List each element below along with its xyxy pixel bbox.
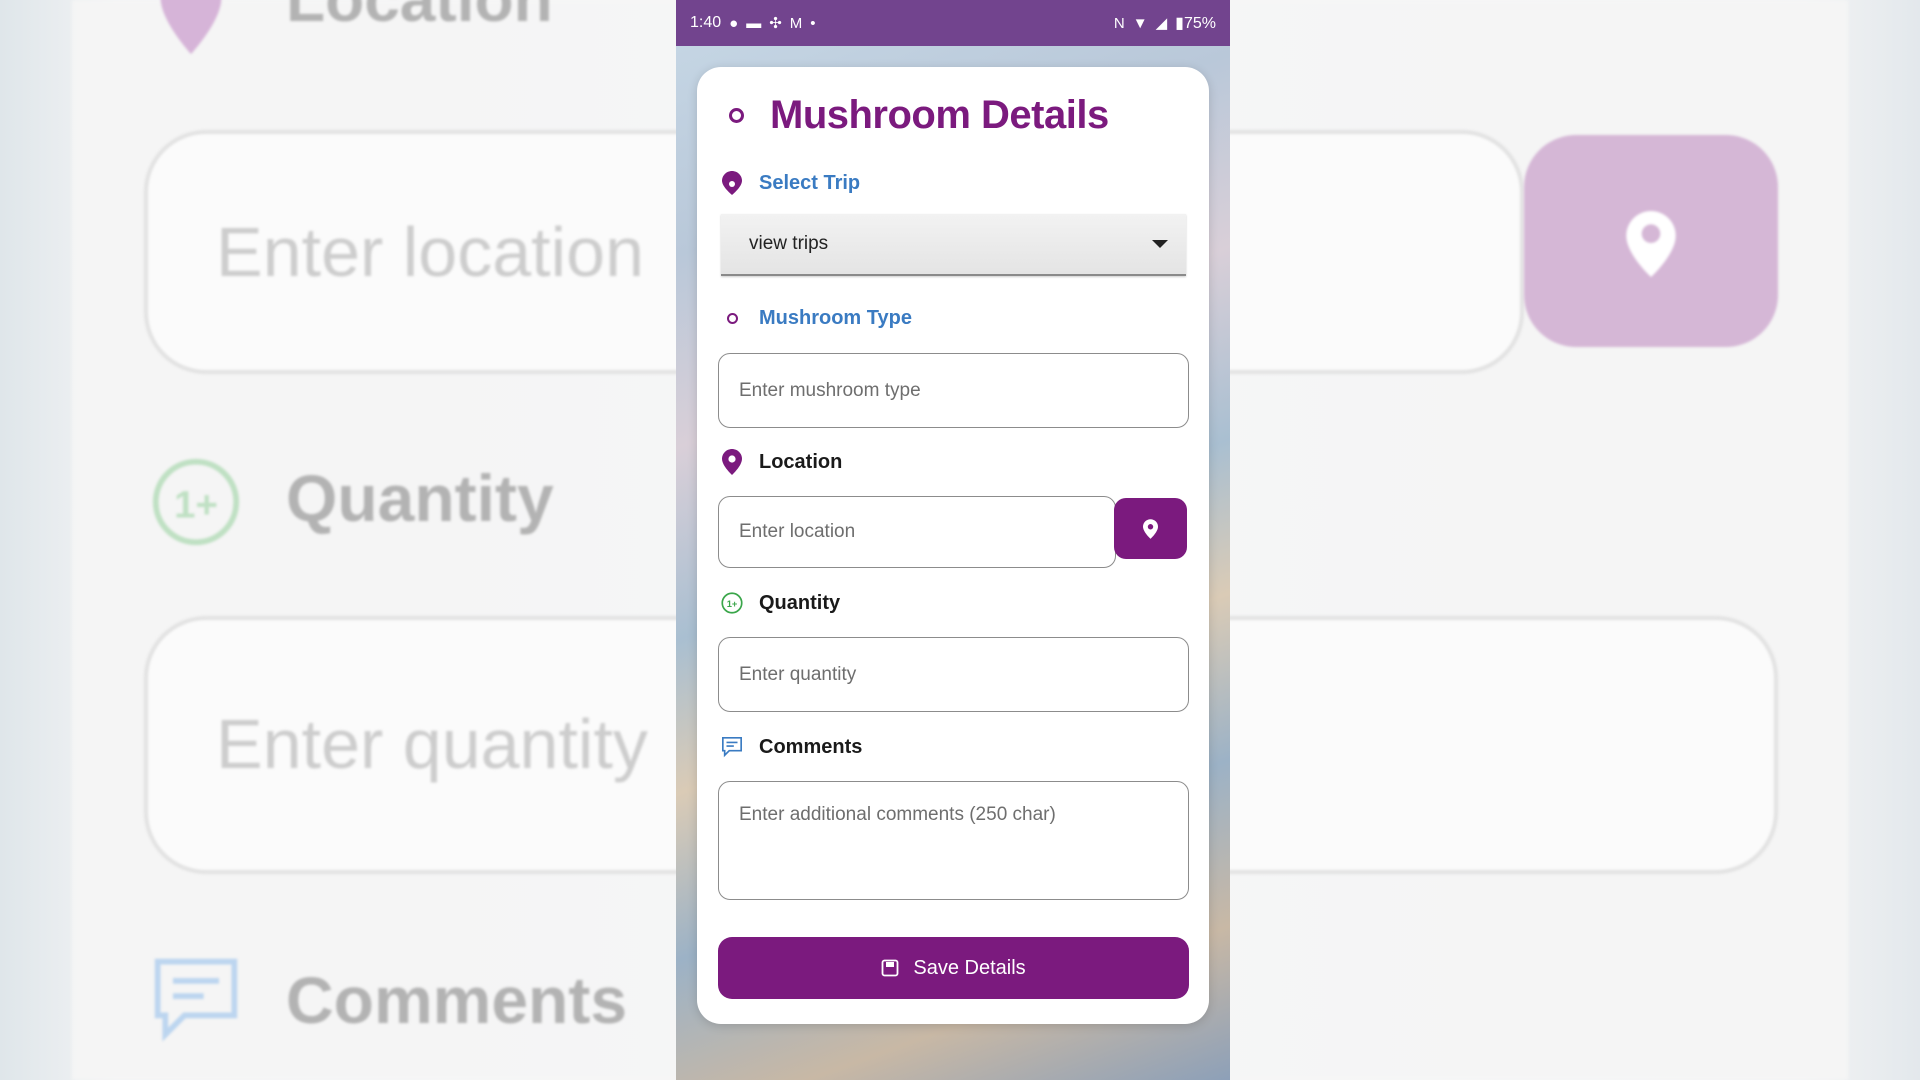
background-pin-button [1524, 135, 1778, 347]
background-quantity-placeholder: Enter quantity [216, 705, 648, 783]
ring-icon [729, 108, 744, 123]
ring-icon [721, 306, 743, 330]
status-bar: 1:40 ● ▬ ✣ M • N ▼ ◢ ▮75% [676, 0, 1230, 46]
comments-label: Comments [721, 735, 862, 759]
mushroom-type-input[interactable]: Enter mushroom type [718, 353, 1189, 428]
signal-icon: ◢ [1155, 14, 1168, 32]
background-quantity-heading: Quantity [286, 461, 554, 535]
save-details-label: Save Details [913, 956, 1026, 979]
trip-dropdown-value: view trips [749, 233, 829, 254]
pin-icon [721, 171, 743, 195]
map-pin-icon [1143, 518, 1158, 539]
mushroom-type-placeholder: Enter mushroom type [739, 379, 921, 401]
plus-one-icon: 1+ [721, 591, 743, 615]
save-details-button[interactable]: Save Details [718, 937, 1189, 999]
quantity-placeholder: Enter quantity [739, 663, 857, 685]
background-comment-icon [150, 954, 242, 1051]
quantity-input[interactable]: Enter quantity [718, 637, 1189, 712]
notification-circle-icon: ● [729, 14, 739, 32]
quantity-label: 1+ Quantity [721, 591, 840, 615]
page-title: Mushroom Details [770, 93, 1109, 137]
background-location-heading: Location [286, 0, 553, 36]
background-plus-one-icon: 1+ [150, 456, 242, 553]
map-pin-icon [721, 449, 743, 475]
battery-indicator: ▮75% [1175, 15, 1216, 32]
background-location-placeholder: Enter location [216, 213, 645, 291]
svg-text:1+: 1+ [727, 599, 738, 609]
nfc-icon: N [1113, 14, 1125, 32]
select-trip-label: Select Trip [721, 171, 860, 195]
phone-screen: 1:40 ● ▬ ✣ M • N ▼ ◢ ▮75% Mushroom Detai… [676, 0, 1230, 1080]
title-row: Mushroom Details [729, 93, 1109, 138]
location-placeholder: Enter location [739, 521, 856, 542]
mushroom-type-label: Mushroom Type [721, 306, 912, 330]
location-input[interactable]: Enter location [718, 496, 1116, 568]
save-icon [881, 959, 899, 977]
background-comments-heading: Comments [286, 963, 628, 1037]
get-location-button[interactable] [1114, 498, 1187, 559]
comment-icon [721, 735, 743, 759]
background-pin-icon [160, 0, 222, 69]
chevron-down-icon [1152, 240, 1168, 248]
trip-dropdown[interactable]: view trips [721, 214, 1186, 276]
wifi-icon: ▼ [1132, 14, 1148, 32]
gmail-icon: M [789, 14, 803, 32]
svg-text:1+: 1+ [174, 483, 218, 526]
location-label: Location [721, 449, 842, 475]
more-notifications-dot-icon: • [810, 14, 816, 32]
fan-icon: ✣ [769, 14, 782, 32]
comments-placeholder: Enter additional comments (250 char) [739, 804, 1056, 825]
status-time: 1:40 [690, 14, 722, 31]
mushroom-details-card: Mushroom Details Select Trip view trips … [697, 67, 1209, 1024]
news-icon: ▬ [746, 14, 762, 32]
comments-textarea[interactable]: Enter additional comments (250 char) [718, 781, 1189, 900]
